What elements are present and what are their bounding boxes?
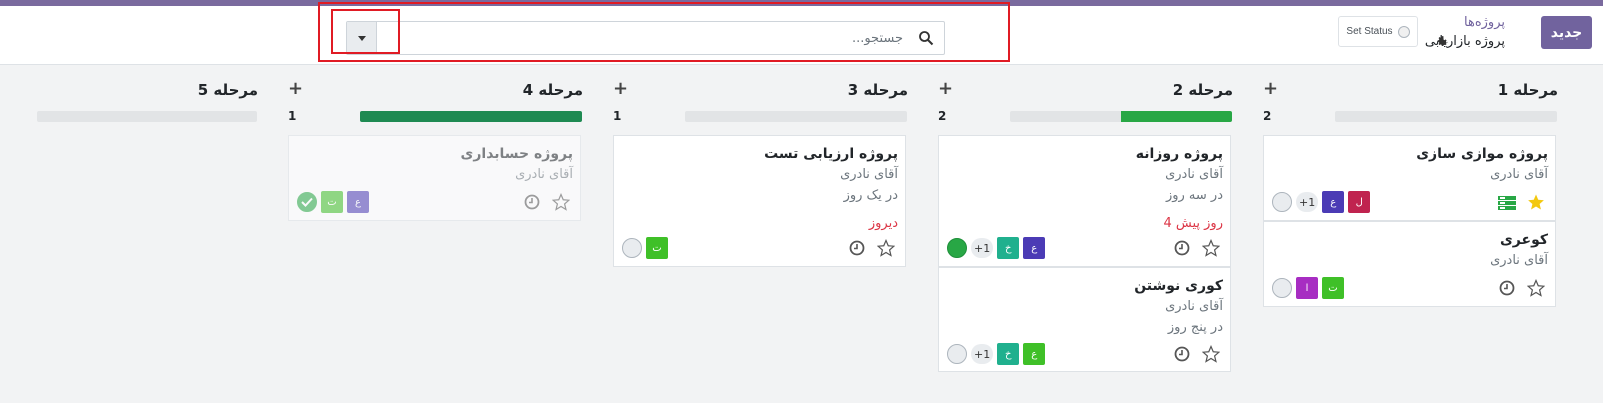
clock-icon[interactable] <box>849 240 865 256</box>
status-dot[interactable] <box>622 238 642 258</box>
status-dot[interactable] <box>947 238 967 258</box>
card-period: در پنج روز <box>1167 320 1223 335</box>
column-progress[interactable] <box>685 111 907 122</box>
column-progress[interactable] <box>360 111 582 122</box>
clock-icon[interactable] <box>1499 280 1515 296</box>
more-users-badge[interactable]: +1 <box>1296 192 1319 212</box>
breadcrumb-parent[interactable]: پروژه‌ها <box>1464 15 1505 30</box>
kanban-card[interactable]: پروژه موازی سازی آقای نادری +1 ع ل <box>1263 135 1556 221</box>
kanban-card[interactable]: کوری نوشتن آقای نادری در پنج روز +1 خ ع <box>938 267 1231 372</box>
more-users-badge[interactable]: +1 <box>971 238 994 258</box>
kanban-card[interactable]: پروژه ارزیابی تست آقای نادری در یک روز د… <box>613 135 906 267</box>
kanban-card[interactable]: پروژه روزانه آقای نادری در سه روز 4 روز … <box>938 135 1231 267</box>
clock-icon[interactable] <box>1174 240 1190 256</box>
column-count: 1 <box>613 109 622 123</box>
column-title: مرحله 1 <box>1497 81 1558 99</box>
clock-icon[interactable] <box>1174 346 1190 362</box>
column-title: مرحله 4 <box>522 81 583 99</box>
card-person: آقای نادری <box>1490 253 1548 268</box>
column-progress[interactable] <box>37 111 257 122</box>
star-icon[interactable] <box>1202 239 1220 257</box>
set-status-label: Set Status <box>1346 26 1393 37</box>
column-count: 2 <box>1263 109 1272 123</box>
card-tags: ت <box>622 237 668 259</box>
star-icon[interactable] <box>1527 279 1545 297</box>
card-title: کوری نوشتن <box>1134 278 1223 294</box>
column-add-button[interactable]: + <box>288 79 303 99</box>
more-users-badge[interactable]: +1 <box>971 344 994 364</box>
user-avatar[interactable]: ت <box>321 191 343 213</box>
card-person: آقای نادری <box>840 167 898 182</box>
column-progress[interactable] <box>1335 111 1557 122</box>
star-icon-filled[interactable] <box>1527 193 1545 211</box>
column-add-button[interactable]: + <box>1263 79 1278 99</box>
new-button[interactable]: جدید <box>1541 16 1592 49</box>
card-person: آقای نادری <box>1165 167 1223 182</box>
card-tags: ا ت <box>1272 277 1344 299</box>
kanban-column-1: مرحله 1 + 2 پروژه موازی سازی آقای نادری … <box>1263 65 1563 403</box>
card-title: پروژه موازی سازی <box>1416 146 1548 162</box>
card-person: آقای نادری <box>515 167 573 182</box>
card-tags: +1 خ ع <box>947 343 1046 365</box>
user-avatar[interactable]: ع <box>1023 237 1046 259</box>
column-add-button[interactable]: + <box>613 79 628 99</box>
column-add-button[interactable]: + <box>938 79 953 99</box>
kanban-column-2: مرحله 2 + 2 پروژه روزانه آقای نادری در س… <box>938 65 1238 403</box>
column-title: مرحله 3 <box>847 81 908 99</box>
card-period: در یک روز <box>843 188 898 203</box>
status-dot[interactable] <box>1272 278 1292 298</box>
kanban-column-3: مرحله 3 + 1 پروژه ارزیابی تست آقای نادری… <box>613 65 913 403</box>
card-tags: +1 خ ع <box>947 237 1046 259</box>
card-tags: ت ع <box>297 191 369 213</box>
status-dot[interactable] <box>947 344 967 364</box>
column-count: 1 <box>288 109 297 123</box>
kanban-card[interactable]: کوعری آقای نادری ا ت <box>1263 221 1556 307</box>
kanban-column-5: مرحله 5 <box>0 65 263 403</box>
kanban-column-4: مرحله 4 + 1 پروژه حسابداری آقای نادری ت … <box>288 65 588 403</box>
card-period: در سه روز <box>1165 188 1223 203</box>
star-icon[interactable] <box>552 193 570 211</box>
user-avatar[interactable]: خ <box>997 343 1020 365</box>
user-avatar[interactable]: ا <box>1296 277 1318 299</box>
card-person: آقای نادری <box>1165 299 1223 314</box>
set-status-button[interactable]: Set Status <box>1338 16 1418 47</box>
user-avatar[interactable]: ت <box>646 237 668 259</box>
card-title: پروژه حسابداری <box>460 146 574 162</box>
dashboard-icon[interactable] <box>1497 195 1517 211</box>
card-deadline: دیروز <box>868 216 898 231</box>
clock-icon[interactable] <box>524 194 540 210</box>
user-avatar[interactable]: ل <box>1348 191 1371 213</box>
card-title: پروژه روزانه <box>1135 146 1223 162</box>
column-count: 2 <box>938 109 947 123</box>
column-title: مرحله 2 <box>1172 81 1233 99</box>
user-avatar[interactable]: ع <box>1023 343 1046 365</box>
user-avatar[interactable]: خ <box>997 237 1020 259</box>
user-avatar[interactable]: ع <box>347 191 369 213</box>
highlight-box-toggle <box>331 9 400 54</box>
user-avatar[interactable]: ت <box>1322 277 1344 299</box>
kanban-card[interactable]: پروژه حسابداری آقای نادری ت ع <box>288 135 581 221</box>
column-title: مرحله 5 <box>197 81 258 99</box>
star-icon[interactable] <box>1202 345 1220 363</box>
status-dot[interactable] <box>1272 192 1292 212</box>
highlight-box-search <box>318 2 1010 62</box>
card-title: پروژه ارزیابی تست <box>764 146 898 162</box>
status-circle-icon <box>1397 25 1410 38</box>
star-icon[interactable] <box>877 239 895 257</box>
status-check-icon[interactable] <box>297 192 317 212</box>
user-avatar[interactable]: ع <box>1322 191 1345 213</box>
card-title: کوعری <box>1499 232 1548 248</box>
column-progress[interactable] <box>1010 111 1232 122</box>
gear-icon[interactable] <box>1433 33 1451 51</box>
card-tags: +1 ع ل <box>1272 191 1371 213</box>
card-deadline: 4 روز پیش <box>1163 216 1224 231</box>
card-person: آقای نادری <box>1490 167 1548 182</box>
